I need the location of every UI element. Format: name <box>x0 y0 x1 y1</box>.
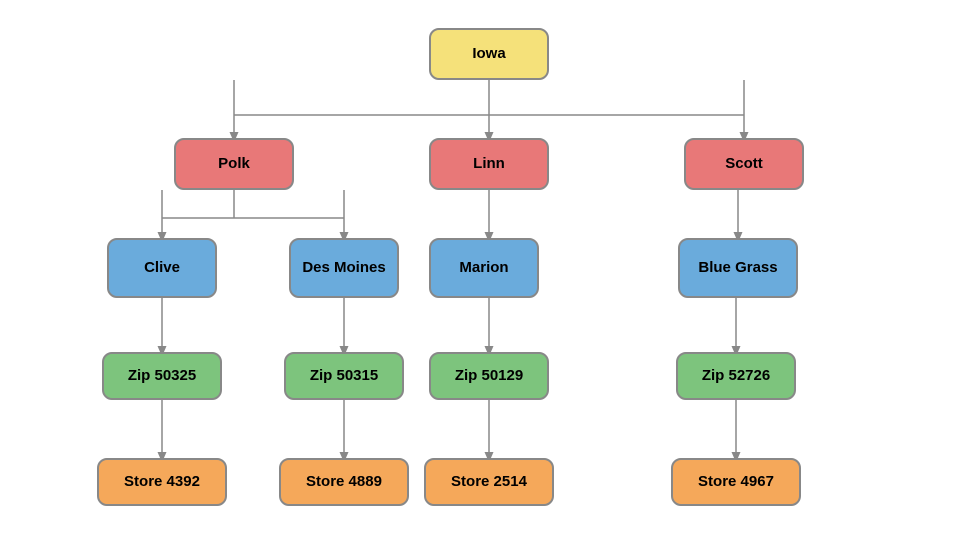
blue-grass-label: Blue Grass <box>698 258 777 278</box>
node-iowa: Iowa <box>429 28 549 80</box>
node-zip-50129: Zip 50129 <box>429 352 549 400</box>
zip50129-label: Zip 50129 <box>455 366 523 386</box>
node-zip-50325: Zip 50325 <box>102 352 222 400</box>
zip50325-label: Zip 50325 <box>128 366 196 386</box>
node-store-2514: Store 2514 <box>424 458 554 506</box>
node-des-moines: Des Moines <box>289 238 399 298</box>
node-zip-50315: Zip 50315 <box>284 352 404 400</box>
node-marion: Marion <box>429 238 539 298</box>
zip50315-label: Zip 50315 <box>310 366 378 386</box>
des-moines-label: Des Moines <box>302 258 385 278</box>
zip52726-label: Zip 52726 <box>702 366 770 386</box>
tree-diagram: Iowa Polk Linn Scott Clive Des Moines Ma… <box>0 0 979 550</box>
node-polk: Polk <box>174 138 294 190</box>
node-clive: Clive <box>107 238 217 298</box>
node-scott: Scott <box>684 138 804 190</box>
scott-label: Scott <box>725 154 763 174</box>
node-store-4392: Store 4392 <box>97 458 227 506</box>
clive-label: Clive <box>144 258 180 278</box>
store2514-label: Store 2514 <box>451 472 527 492</box>
marion-label: Marion <box>459 258 508 278</box>
store4967-label: Store 4967 <box>698 472 774 492</box>
store4889-label: Store 4889 <box>306 472 382 492</box>
node-blue-grass: Blue Grass <box>678 238 798 298</box>
node-store-4967: Store 4967 <box>671 458 801 506</box>
node-store-4889: Store 4889 <box>279 458 409 506</box>
polk-label: Polk <box>218 154 250 174</box>
linn-label: Linn <box>473 154 505 174</box>
node-linn: Linn <box>429 138 549 190</box>
store4392-label: Store 4392 <box>124 472 200 492</box>
iowa-label: Iowa <box>472 44 505 64</box>
node-zip-52726: Zip 52726 <box>676 352 796 400</box>
